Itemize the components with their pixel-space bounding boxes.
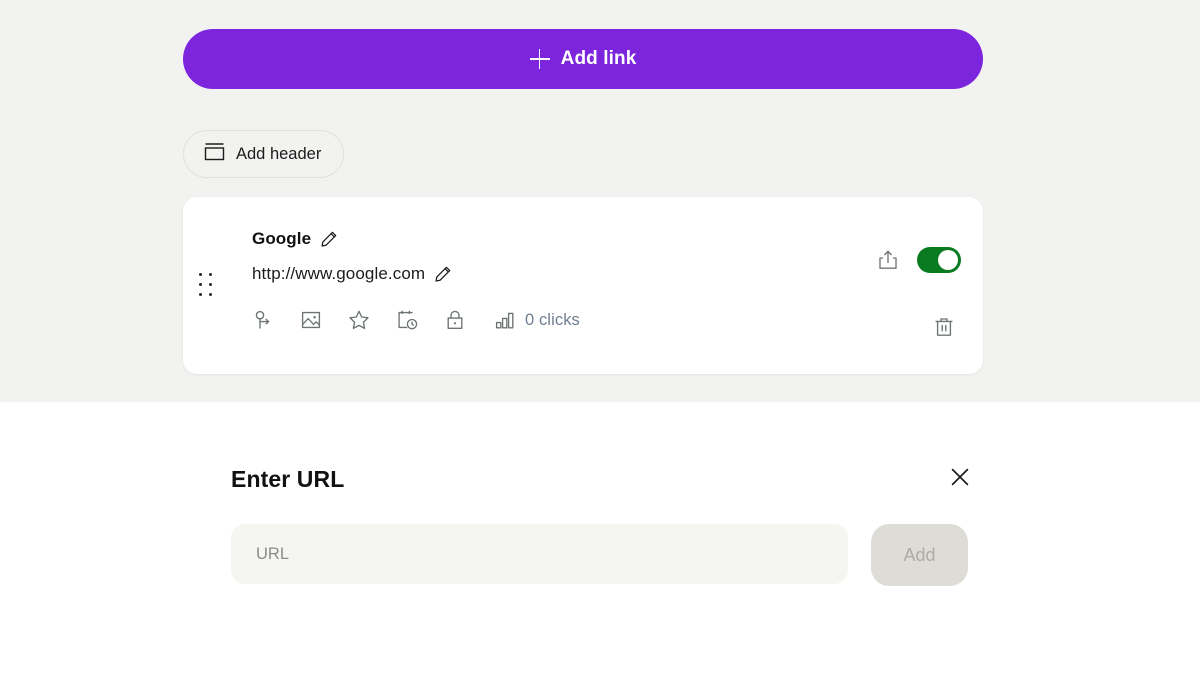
calendar-clock-icon[interactable] bbox=[396, 309, 418, 331]
sheet-title: Enter URL bbox=[231, 466, 344, 493]
url-input[interactable] bbox=[231, 524, 848, 584]
add-url-button[interactable]: Add bbox=[871, 524, 968, 586]
toggle-knob bbox=[938, 250, 958, 270]
plus-icon bbox=[530, 49, 550, 69]
clicks-count-label: 0 clicks bbox=[525, 311, 580, 330]
edit-title-pencil-icon[interactable] bbox=[320, 230, 338, 248]
link-url: http://www.google.com bbox=[252, 264, 425, 284]
link-card-actions bbox=[877, 247, 961, 273]
link-card-body: Google http://www.google.com bbox=[252, 227, 963, 332]
add-header-button[interactable]: Add header bbox=[183, 130, 344, 178]
link-url-row: http://www.google.com bbox=[252, 262, 963, 286]
drag-handle-icon[interactable] bbox=[199, 273, 213, 299]
header-block-icon bbox=[204, 142, 225, 166]
link-title: Google bbox=[252, 229, 311, 249]
bar-chart-icon bbox=[494, 309, 516, 331]
editor-region: Add link Add header Google bbox=[0, 0, 1200, 402]
lock-icon[interactable] bbox=[444, 309, 466, 331]
add-header-label: Add header bbox=[236, 145, 321, 164]
add-link-button[interactable]: Add link bbox=[183, 29, 983, 89]
add-link-label: Add link bbox=[561, 48, 637, 70]
link-tools-row: 0 clicks bbox=[252, 308, 963, 332]
star-icon[interactable] bbox=[348, 309, 370, 331]
image-icon[interactable] bbox=[300, 309, 322, 331]
delete-link-button[interactable] bbox=[933, 316, 955, 338]
link-title-row: Google bbox=[252, 227, 963, 251]
link-enabled-toggle[interactable] bbox=[917, 247, 961, 273]
enter-url-sheet: Enter URL Add bbox=[0, 402, 1200, 675]
link-card: Google http://www.google.com bbox=[183, 197, 983, 374]
link-stats[interactable]: 0 clicks bbox=[494, 309, 580, 331]
redirect-branch-icon[interactable] bbox=[252, 309, 274, 331]
share-icon[interactable] bbox=[877, 249, 899, 271]
edit-url-pencil-icon[interactable] bbox=[434, 265, 452, 283]
close-icon[interactable] bbox=[946, 463, 974, 491]
